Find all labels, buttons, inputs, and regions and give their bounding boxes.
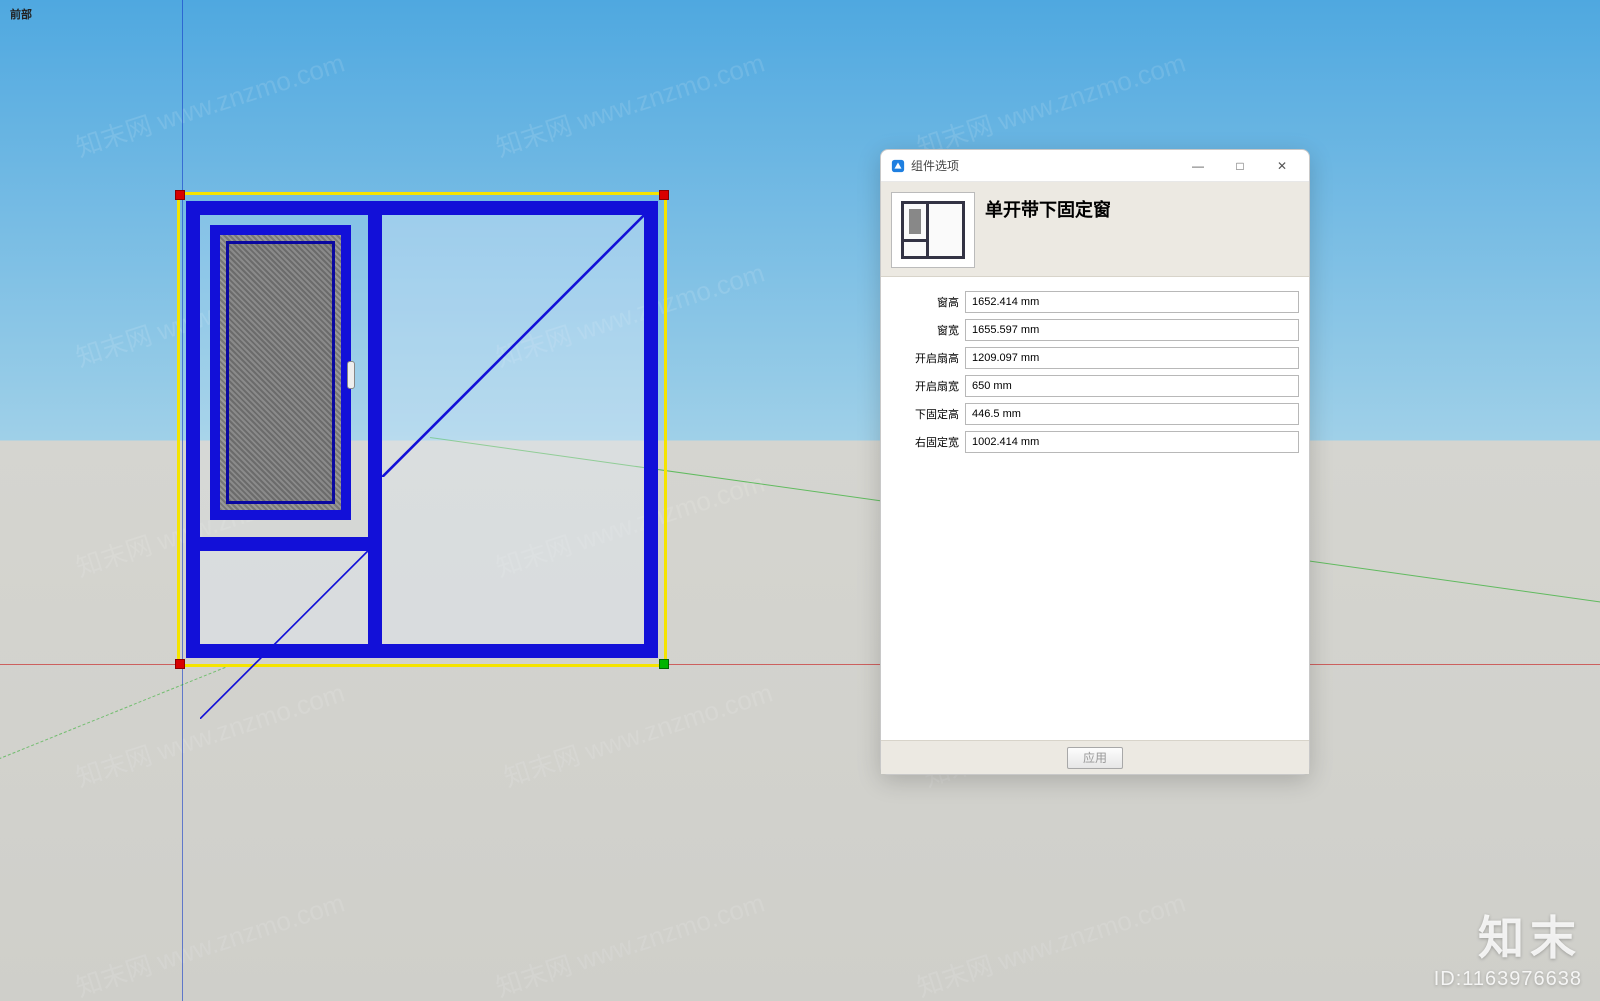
axis-green-near [0, 665, 230, 778]
minimize-icon: — [1192, 159, 1204, 173]
dialog-body: 窗高 窗宽 开启扇高 开启扇宽 下固定高 右固定宽 [881, 277, 1309, 740]
field-input-sash-height[interactable] [965, 347, 1299, 369]
field-row: 下固定高 [891, 403, 1299, 425]
window-operable-sash [210, 225, 351, 520]
field-input-right-fixed-width[interactable] [965, 431, 1299, 453]
field-row: 开启扇高 [891, 347, 1299, 369]
field-row: 窗宽 [891, 319, 1299, 341]
window-fixed-right-pane [382, 215, 644, 644]
close-icon: ✕ [1277, 159, 1287, 173]
field-label: 下固定高 [891, 406, 965, 422]
window-close-button[interactable]: ✕ [1261, 152, 1303, 180]
sketchup-viewport[interactable]: 知末网 www.znzmo.com知末网 www.znzmo.com知末网 ww… [0, 0, 1600, 1001]
selection-handle-tr[interactable] [659, 190, 669, 200]
field-row: 开启扇宽 [891, 375, 1299, 397]
view-label: 前部 [10, 6, 32, 22]
window-minimize-button[interactable]: — [1177, 152, 1219, 180]
field-input-bottom-fixed-height[interactable] [965, 403, 1299, 425]
window-component[interactable] [186, 201, 658, 658]
glass-diagonal-icon [382, 215, 644, 477]
window-handle-icon [347, 361, 355, 389]
window-vertical-mullion [368, 213, 382, 646]
field-label: 开启扇宽 [891, 378, 965, 394]
selection-handle-br[interactable] [659, 659, 669, 669]
component-thumbnail [891, 192, 975, 268]
window-transom [198, 537, 369, 551]
selection-bounding-box[interactable] [177, 192, 667, 667]
field-input-window-height[interactable] [965, 291, 1299, 313]
dialog-footer: 应用 [881, 740, 1309, 774]
selection-handle-tl[interactable] [175, 190, 185, 200]
maximize-icon: □ [1236, 159, 1243, 173]
watermark-brand: 知末 ID:1163976638 [1434, 902, 1582, 991]
window-fixed-bottom-pane [200, 551, 368, 644]
field-label: 窗高 [891, 294, 965, 310]
field-label: 开启扇高 [891, 350, 965, 366]
window-screen-mesh [226, 241, 335, 504]
component-options-dialog[interactable]: 组件选项 — □ ✕ 单开带下固定窗 窗高 窗宽 开启 [880, 149, 1310, 775]
dialog-titlebar[interactable]: 组件选项 — □ ✕ [881, 150, 1309, 182]
app-icon [891, 159, 905, 173]
glass-diagonal-icon [200, 551, 368, 719]
field-label: 右固定宽 [891, 434, 965, 450]
field-row: 窗高 [891, 291, 1299, 313]
field-label: 窗宽 [891, 322, 965, 338]
brand-logo-text: 知末 [1434, 902, 1582, 968]
field-input-window-width[interactable] [965, 319, 1299, 341]
dialog-header: 单开带下固定窗 [881, 182, 1309, 277]
apply-button[interactable]: 应用 [1067, 747, 1123, 769]
dialog-title: 组件选项 [911, 157, 959, 174]
component-name: 单开带下固定窗 [985, 192, 1111, 268]
field-row: 右固定宽 [891, 431, 1299, 453]
selection-handle-bl[interactable] [175, 659, 185, 669]
field-input-sash-width[interactable] [965, 375, 1299, 397]
brand-id-text: ID:1163976638 [1434, 968, 1582, 991]
window-maximize-button[interactable]: □ [1219, 152, 1261, 180]
